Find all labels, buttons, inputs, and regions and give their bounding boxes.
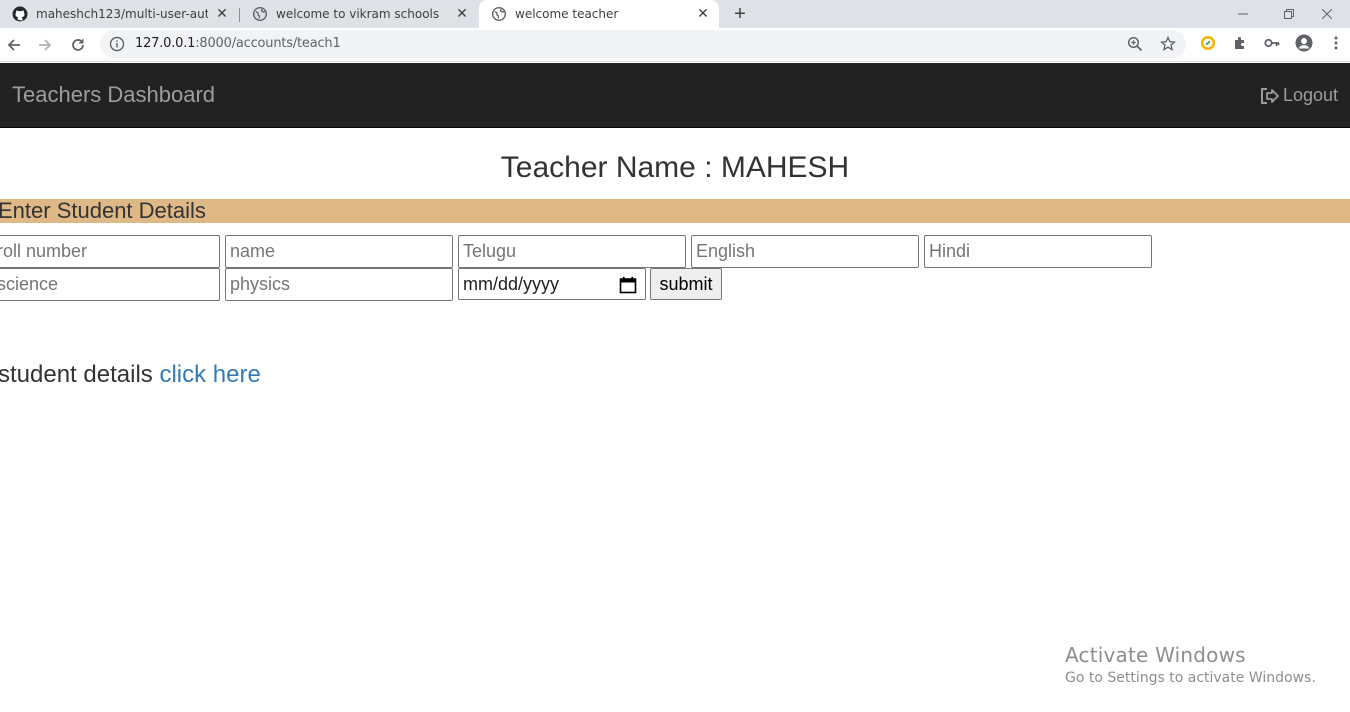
- tab-welcome-teacher[interactable]: welcome teacher ✕: [479, 0, 719, 28]
- back-icon[interactable]: [0, 31, 28, 59]
- globe-icon: [252, 6, 268, 22]
- github-icon: [12, 6, 28, 22]
- zoom-icon[interactable]: [1127, 36, 1143, 52]
- close-icon[interactable]: ✕: [454, 6, 470, 22]
- student-details-text: student details: [0, 361, 160, 388]
- section-title: Enter Student Details: [0, 198, 206, 223]
- watermark-title: Activate Windows: [1065, 643, 1246, 667]
- star-icon[interactable]: [1160, 36, 1176, 52]
- student-details-line: student details click here: [0, 361, 261, 389]
- tab-title: maheshch123/multi-user-authen: [36, 7, 208, 21]
- extension-badge-icon[interactable]: [1199, 34, 1217, 52]
- close-window-icon[interactable]: [1304, 0, 1350, 28]
- science-input[interactable]: [0, 268, 220, 301]
- address-bar[interactable]: 127.0.0.1:8000/accounts/teach1: [100, 30, 1186, 58]
- date-placeholder: mm/dd/yyyy: [463, 274, 560, 294]
- teacher-name-heading: Teacher Name : MAHESH: [500, 151, 850, 184]
- sign-out-icon: [1260, 87, 1279, 104]
- tab-title: welcome teacher: [515, 7, 619, 21]
- minimize-icon[interactable]: [1220, 0, 1266, 28]
- tab-title: welcome to vikram schools: [276, 7, 440, 21]
- watermark-subtitle: Go to Settings to activate Windows.: [1065, 670, 1316, 686]
- browser-tabstrip: maheshch123/multi-user-authen ✕ welcome …: [0, 0, 1350, 28]
- reload-icon[interactable]: [64, 31, 92, 59]
- forward-icon[interactable]: [31, 31, 59, 59]
- date-input[interactable]: mm/dd/yyyy: [458, 268, 646, 300]
- click-here-link[interactable]: click here: [159, 361, 260, 388]
- close-icon[interactable]: ✕: [214, 6, 230, 22]
- globe-icon: [491, 6, 507, 22]
- name-input[interactable]: [225, 235, 453, 268]
- physics-input[interactable]: [225, 268, 453, 301]
- section-header-bar: Enter Student Details: [0, 199, 1350, 223]
- navbar-brand[interactable]: Teachers Dashboard: [12, 82, 215, 108]
- roll-number-input[interactable]: [0, 235, 220, 268]
- submit-button[interactable]: submit: [650, 268, 722, 300]
- new-tab-icon[interactable]: +: [730, 0, 750, 28]
- english-input[interactable]: [691, 235, 919, 268]
- browser-toolbar: 127.0.0.1:8000/accounts/teach1: [0, 28, 1350, 62]
- menu-kebab-icon[interactable]: [1327, 34, 1345, 52]
- telugu-input[interactable]: [458, 235, 686, 268]
- puzzle-icon[interactable]: [1231, 34, 1249, 52]
- tab-github[interactable]: maheshch123/multi-user-authen ✕: [0, 0, 238, 28]
- logout-link[interactable]: Logout: [1259, 85, 1338, 106]
- key-icon[interactable]: [1263, 34, 1281, 52]
- calendar-icon[interactable]: [619, 276, 637, 294]
- hindi-input[interactable]: [924, 235, 1152, 268]
- info-icon[interactable]: [109, 36, 125, 52]
- site-navbar: Teachers Dashboard Logout: [0, 63, 1350, 128]
- url-path: :8000/accounts/teach1: [195, 36, 341, 51]
- url-text: 127.0.0.1:8000/accounts/teach1: [135, 36, 341, 51]
- profile-avatar-icon[interactable]: [1295, 34, 1313, 52]
- close-icon[interactable]: ✕: [695, 6, 711, 22]
- url-host: 127.0.0.1: [135, 36, 196, 51]
- windows-activation-watermark: Activate Windows Go to Settings to activ…: [1065, 643, 1316, 686]
- tab-vikram-schools[interactable]: welcome to vikram schools ✕: [240, 0, 478, 28]
- logout-label: Logout: [1282, 85, 1338, 105]
